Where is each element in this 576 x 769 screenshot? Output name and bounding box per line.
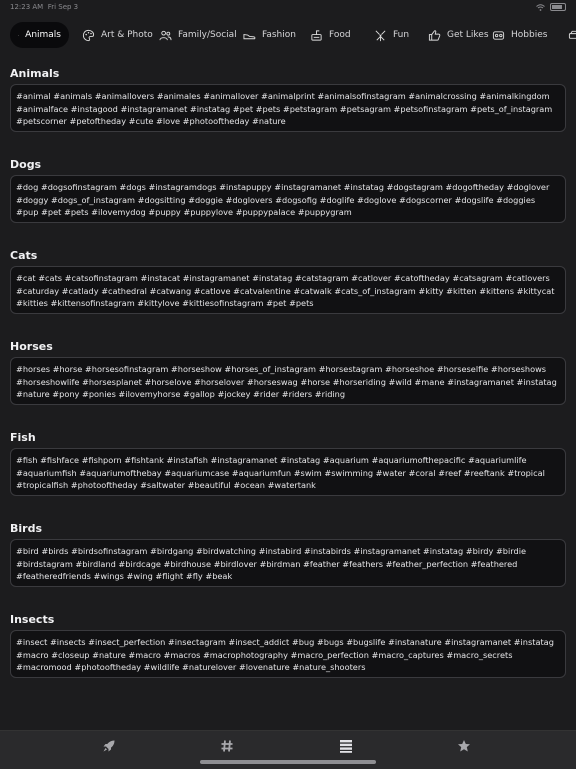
hobbies-icon (492, 29, 505, 42)
hashtag-icon[interactable] (220, 739, 234, 753)
tab-hobbies[interactable]: Hobbies (484, 22, 555, 48)
hashtag-box-birds[interactable]: #bird #birds #birdsofinstagram #birdgang… (10, 539, 566, 587)
status-time: 12:23 AM Fri Sep 3 (10, 3, 78, 11)
tab-label: Fun (393, 30, 409, 40)
wifi-icon (536, 4, 545, 11)
car-icon (568, 29, 576, 42)
category-tab-bar[interactable]: Animals Art & Photo Family/Social Fashio… (0, 22, 576, 50)
tab-label: Family/Social (178, 30, 237, 40)
tab-label: Hobbies (511, 30, 547, 40)
hashtag-box-fish[interactable]: #fish #fishface #fishporn #fishtank #ins… (10, 448, 566, 496)
battery-icon (550, 3, 566, 11)
status-bar: 12:23 AM Fri Sep 3 (0, 0, 576, 14)
tab-art-photo[interactable]: Art & Photo (74, 22, 161, 48)
palette-icon (82, 29, 95, 42)
tab-label: Food (329, 30, 351, 40)
tab-fashion[interactable]: Fashion (235, 22, 304, 48)
section-title-birds: Birds (10, 522, 42, 535)
section-title-animals: Animals (10, 67, 59, 80)
section-title-fish: Fish (10, 431, 36, 444)
hashtag-box-insects[interactable]: #insect #insects #insect_perfection #ins… (10, 630, 566, 678)
tab-animals[interactable]: Animals (10, 22, 69, 48)
list-icon[interactable] (339, 739, 353, 753)
food-icon (310, 29, 323, 42)
section-title-horses: Horses (10, 340, 53, 353)
star-icon[interactable] (457, 739, 471, 753)
tab-family-social[interactable]: Family/Social (151, 22, 245, 48)
tab-fun[interactable]: Fun (366, 22, 417, 48)
tab-label: Get Likes (447, 30, 489, 40)
home-indicator[interactable] (200, 760, 376, 764)
section-title-insects: Insects (10, 613, 54, 626)
section-title-cats: Cats (10, 249, 37, 262)
thumbs-up-icon (428, 29, 441, 42)
shoe-icon (243, 29, 256, 42)
people-icon (159, 29, 172, 42)
hashtag-box-dogs[interactable]: #dog #dogsofinstagram #dogs #instagramdo… (10, 175, 566, 223)
tab-food[interactable]: Food (302, 22, 359, 48)
section-title-dogs: Dogs (10, 158, 41, 171)
hashtag-box-horses[interactable]: #horses #horse #horsesofinstagram #horse… (10, 357, 566, 405)
fun-icon (374, 29, 387, 42)
tab-more[interactable] (560, 22, 576, 48)
status-indicators (536, 3, 566, 11)
hashtag-box-animals[interactable]: #animal #animals #animallovers #animales… (10, 84, 566, 132)
tab-label: Fashion (262, 30, 296, 40)
tab-label: Art & Photo (101, 30, 153, 40)
paw-icon (18, 29, 19, 42)
hashtag-box-cats[interactable]: #cat #cats #catsofinstagram #instacat #i… (10, 266, 566, 314)
tab-label: Animals (25, 30, 61, 40)
rocket-icon[interactable] (102, 739, 116, 753)
